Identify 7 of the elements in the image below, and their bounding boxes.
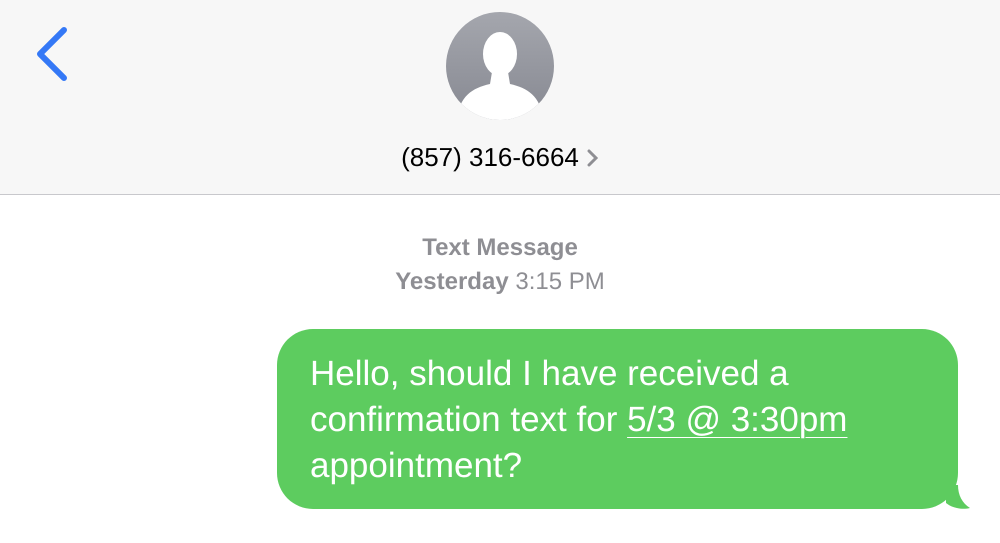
back-chevron-icon[interactable] (34, 26, 68, 82)
message-text: Hello, should I have received a confirmation text for 5/3 @ 3:30pm appointment? (310, 353, 848, 487)
timestamp: Yesterday 3:15 PM (395, 267, 605, 297)
service-label: Text Message (422, 233, 578, 263)
avatar-icon[interactable] (446, 12, 554, 120)
contact-number[interactable]: (857) 316-6664 (401, 138, 579, 177)
chevron-right-icon[interactable] (586, 148, 599, 166)
